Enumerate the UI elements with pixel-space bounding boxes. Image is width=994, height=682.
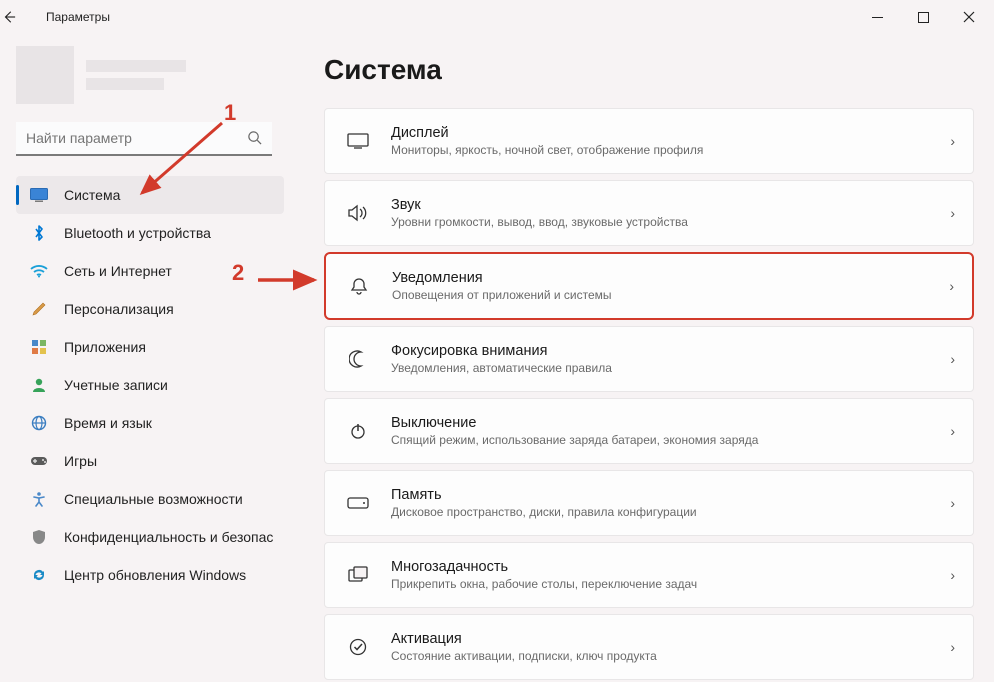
chevron-right-icon: › — [949, 278, 954, 294]
minimize-button[interactable] — [854, 2, 900, 32]
sidebar-item-label: Персонализация — [64, 301, 174, 317]
storage-icon — [343, 497, 373, 509]
setting-power[interactable]: Выключение Спящий режим, использование з… — [324, 398, 974, 464]
setting-desc: Спящий режим, использование заряда батар… — [391, 433, 950, 447]
sidebar: Система Bluetooth и устройства Сеть и Ин… — [0, 34, 300, 682]
sidebar-item-label: Время и язык — [64, 415, 152, 431]
setting-title: Активация — [391, 631, 950, 647]
wifi-icon — [28, 262, 50, 280]
user-icon — [28, 376, 50, 394]
user-block[interactable] — [16, 46, 284, 104]
sidebar-item-windows-update[interactable]: Центр обновления Windows — [16, 556, 284, 594]
sidebar-item-label: Система — [64, 187, 120, 203]
chevron-right-icon: › — [950, 205, 955, 221]
sidebar-item-accessibility[interactable]: Специальные возможности — [16, 480, 284, 518]
setting-title: Многозадачность — [391, 559, 950, 575]
sidebar-item-gaming[interactable]: Игры — [16, 442, 284, 480]
sidebar-item-personalization[interactable]: Персонализация — [16, 290, 284, 328]
gamepad-icon — [28, 452, 50, 470]
search-input[interactable] — [16, 122, 272, 156]
sidebar-nav: Система Bluetooth и устройства Сеть и Ин… — [16, 176, 284, 594]
setting-title: Выключение — [391, 415, 950, 431]
sidebar-item-label: Игры — [64, 453, 97, 469]
sidebar-item-label: Центр обновления Windows — [64, 567, 246, 583]
close-icon — [963, 11, 975, 23]
sidebar-item-time-language[interactable]: Время и язык — [16, 404, 284, 442]
sidebar-item-bluetooth[interactable]: Bluetooth и устройства — [16, 214, 284, 252]
system-icon — [28, 186, 50, 204]
maximize-icon — [918, 12, 929, 23]
multitask-icon — [343, 566, 373, 584]
bell-icon — [344, 276, 374, 296]
avatar — [16, 46, 74, 104]
user-text-placeholder — [86, 60, 186, 90]
power-icon — [343, 422, 373, 440]
setting-focus[interactable]: Фокусировка внимания Уведомления, автома… — [324, 326, 974, 392]
sidebar-item-accounts[interactable]: Учетные записи — [16, 366, 284, 404]
setting-title: Фокусировка внимания — [391, 343, 950, 359]
chevron-right-icon: › — [950, 495, 955, 511]
chevron-right-icon: › — [950, 639, 955, 655]
apps-icon — [28, 338, 50, 356]
bluetooth-icon — [28, 224, 50, 242]
sidebar-item-apps[interactable]: Приложения — [16, 328, 284, 366]
setting-title: Уведомления — [392, 270, 949, 286]
sidebar-item-label: Специальные возможности — [64, 491, 243, 507]
setting-desc: Состояние активации, подписки, ключ прод… — [391, 649, 950, 663]
setting-multitasking[interactable]: Многозадачность Прикрепить окна, рабочие… — [324, 542, 974, 608]
setting-desc: Уровни громкости, вывод, ввод, звуковые … — [391, 215, 950, 229]
chevron-right-icon: › — [950, 423, 955, 439]
sound-icon — [343, 204, 373, 222]
setting-desc: Уведомления, автоматические правила — [391, 361, 950, 375]
update-icon — [28, 566, 50, 584]
setting-desc: Оповещения от приложений и системы — [392, 288, 949, 302]
setting-desc: Дисковое пространство, диски, правила ко… — [391, 505, 950, 519]
sidebar-item-label: Сеть и Интернет — [64, 263, 172, 279]
maximize-button[interactable] — [900, 2, 946, 32]
setting-sound[interactable]: Звук Уровни громкости, вывод, ввод, звук… — [324, 180, 974, 246]
setting-title: Память — [391, 487, 950, 503]
chevron-right-icon: › — [950, 133, 955, 149]
setting-storage[interactable]: Память Дисковое пространство, диски, пра… — [324, 470, 974, 536]
setting-notifications[interactable]: Уведомления Оповещения от приложений и с… — [324, 252, 974, 320]
sidebar-item-label: Конфиденциальность и безопас — [64, 529, 273, 545]
sidebar-item-label: Учетные записи — [64, 377, 168, 393]
sidebar-item-system[interactable]: Система — [16, 176, 284, 214]
sidebar-item-network[interactable]: Сеть и Интернет — [16, 252, 284, 290]
moon-icon — [343, 350, 373, 368]
chevron-right-icon: › — [950, 351, 955, 367]
setting-title: Дисплей — [391, 125, 950, 141]
globe-icon — [28, 414, 50, 432]
page-title: Система — [324, 54, 974, 86]
sidebar-item-label: Bluetooth и устройства — [64, 225, 211, 241]
shield-icon — [28, 528, 50, 546]
activation-icon — [343, 638, 373, 656]
search-box[interactable] — [16, 122, 272, 156]
arrow-left-icon — [2, 10, 16, 24]
minimize-icon — [872, 12, 883, 23]
close-button[interactable] — [946, 2, 992, 32]
titlebar: Параметры — [0, 0, 994, 34]
search-icon — [247, 130, 262, 145]
main-content: Система Дисплей Мониторы, яркость, ночно… — [300, 34, 994, 682]
back-button[interactable] — [2, 10, 42, 24]
sidebar-item-privacy[interactable]: Конфиденциальность и безопас — [16, 518, 284, 556]
accessibility-icon — [28, 490, 50, 508]
display-icon — [343, 133, 373, 149]
window-title: Параметры — [46, 10, 110, 24]
setting-display[interactable]: Дисплей Мониторы, яркость, ночной свет, … — [324, 108, 974, 174]
setting-activation[interactable]: Активация Состояние активации, подписки,… — [324, 614, 974, 680]
sidebar-item-label: Приложения — [64, 339, 146, 355]
setting-title: Звук — [391, 197, 950, 213]
brush-icon — [28, 300, 50, 318]
chevron-right-icon: › — [950, 567, 955, 583]
setting-desc: Мониторы, яркость, ночной свет, отображе… — [391, 143, 950, 157]
setting-desc: Прикрепить окна, рабочие столы, переключ… — [391, 577, 950, 591]
